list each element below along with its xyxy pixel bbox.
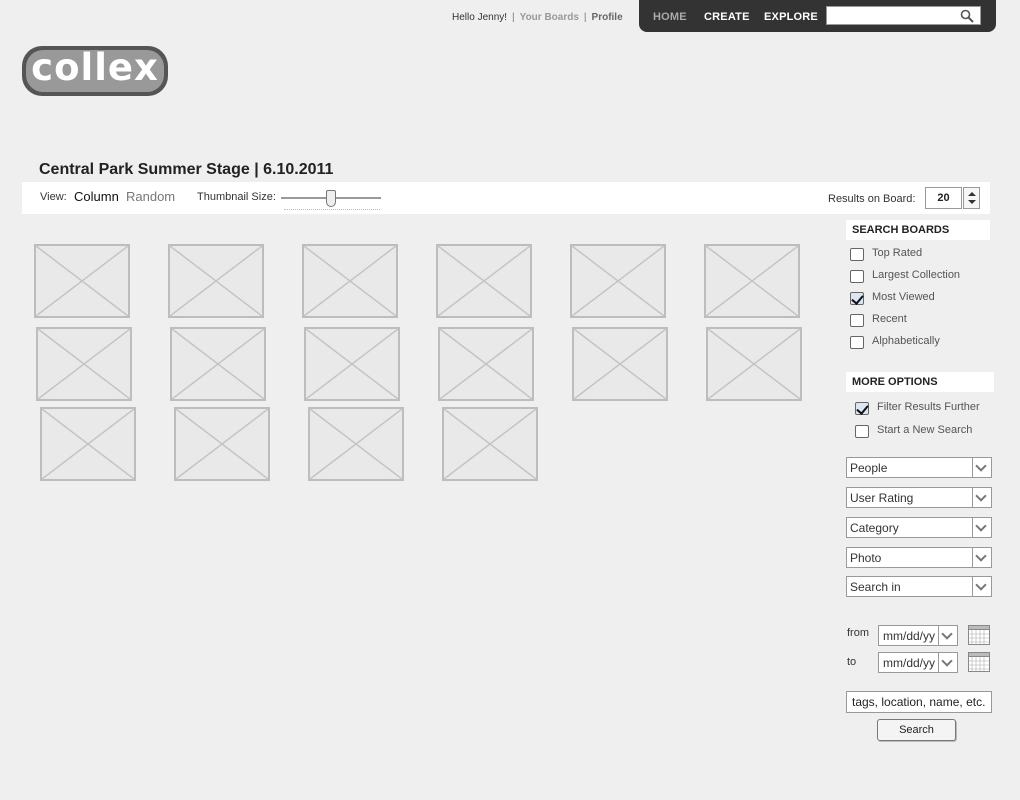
image-placeholder-icon[interactable] [436, 244, 532, 318]
checkbox-label: Largest Collection [872, 269, 961, 281]
checkbox-label: Most Viewed [872, 291, 935, 303]
checkbox-label: Top Rated [872, 247, 923, 259]
image-placeholder-icon[interactable] [302, 244, 398, 318]
view-toolbar: View: Column Random Thumbnail Size: Resu… [22, 182, 990, 214]
view-random-option[interactable]: Random [126, 189, 175, 204]
view-label: View: [40, 191, 67, 203]
image-placeholder-icon[interactable] [308, 407, 404, 481]
dropdown-value: User Rating [850, 491, 914, 505]
nav-search-box [826, 6, 981, 26]
dropdown-button[interactable] [972, 458, 991, 477]
profile-link[interactable]: Profile [592, 12, 623, 23]
checkbox-label: Start a New Search [877, 424, 973, 436]
chevron-down-icon [975, 490, 987, 502]
results-on-board-label: Results on Board: [828, 193, 916, 205]
stepper-buttons [963, 187, 980, 209]
to-date-value: mm/dd/yy [883, 656, 936, 670]
decrement-icon[interactable] [968, 200, 976, 204]
image-placeholder-icon[interactable] [304, 327, 400, 401]
chevron-down-icon [941, 628, 953, 640]
separator: | [583, 12, 587, 23]
to-label: to [847, 656, 857, 668]
checkbox[interactable] [850, 314, 864, 327]
main-nav: HOME CREATE EXPLORE [639, 0, 996, 32]
results-stepper: 20 [925, 187, 981, 209]
image-placeholder-icon[interactable] [704, 244, 800, 318]
search-button[interactable]: Search [877, 719, 956, 741]
logo-text: collex [31, 46, 159, 89]
thumbnail-grid [30, 240, 820, 490]
image-placeholder-icon[interactable] [168, 244, 264, 318]
board-title: Central Park Summer Stage | 6.10.2011 [39, 161, 334, 178]
checkbox[interactable] [855, 425, 869, 438]
search-icon[interactable] [960, 9, 974, 23]
checkbox-label: Alphabetically [872, 335, 940, 347]
filter-dropdown[interactable]: User Rating [846, 487, 992, 508]
separator: | [512, 12, 515, 23]
slider-ticks [284, 209, 380, 211]
to-date-field[interactable]: mm/dd/yy [878, 652, 958, 673]
dropdown-button[interactable] [972, 518, 991, 537]
thumbnail-size-slider-handle[interactable] [326, 190, 336, 207]
chevron-down-icon [941, 655, 953, 667]
chevron-down-icon [975, 579, 987, 591]
view-column-option[interactable]: Column [74, 189, 119, 204]
user-links: Hello Jenny! | Your Boards | Profile [452, 12, 623, 23]
dropdown-value: Search in [850, 580, 901, 594]
dropdown-button[interactable] [972, 577, 991, 596]
dropdown-button[interactable] [972, 488, 991, 507]
chevron-down-icon [975, 460, 987, 472]
from-date-value: mm/dd/yy [883, 629, 936, 643]
image-placeholder-icon[interactable] [572, 327, 668, 401]
chevron-down-icon [975, 520, 987, 532]
dropdown-value: People [850, 461, 888, 475]
image-placeholder-icon[interactable] [438, 327, 534, 401]
filter-dropdown[interactable]: Search in [846, 576, 992, 597]
search-boards-heading: SEARCH BOARDS [846, 220, 990, 240]
from-date-field[interactable]: mm/dd/yy [878, 625, 958, 646]
image-placeholder-icon[interactable] [34, 244, 130, 318]
image-placeholder-icon[interactable] [40, 407, 136, 481]
checkbox[interactable] [850, 270, 864, 283]
collex-logo[interactable]: collex [22, 46, 168, 96]
image-placeholder-icon[interactable] [706, 327, 802, 401]
nav-create[interactable]: CREATE [704, 11, 750, 23]
checkbox-checked[interactable] [850, 292, 864, 305]
nav-explore[interactable]: EXPLORE [764, 11, 818, 23]
calendar-icon[interactable] [968, 652, 990, 672]
checkbox-label: Filter Results Further [877, 401, 980, 413]
image-placeholder-icon[interactable] [442, 407, 538, 481]
results-value[interactable]: 20 [925, 187, 962, 209]
dropdown-value: Category [850, 521, 899, 535]
image-placeholder-icon[interactable] [36, 327, 132, 401]
filter-dropdown[interactable]: People [846, 457, 992, 478]
thumbnail-size-label: Thumbnail Size: [197, 191, 276, 203]
checkbox[interactable] [850, 336, 864, 349]
your-boards-link[interactable]: Your Boards [520, 12, 579, 23]
chevron-down-icon [975, 550, 987, 562]
image-placeholder-icon[interactable] [174, 407, 270, 481]
nav-home[interactable]: HOME [653, 11, 687, 23]
filter-dropdown[interactable]: Photo [846, 547, 992, 568]
increment-icon[interactable] [968, 192, 976, 196]
calendar-icon[interactable] [968, 625, 990, 645]
greeting-text: Hello Jenny! [452, 12, 508, 23]
image-placeholder-icon[interactable] [170, 327, 266, 401]
filter-dropdown[interactable]: Category [846, 517, 992, 538]
more-options-heading: MORE OPTIONS [846, 372, 994, 392]
dropdown-value: Photo [850, 551, 882, 565]
search-input[interactable] [827, 8, 952, 26]
from-date-dropdown[interactable] [938, 626, 957, 645]
checkbox-label: Recent [872, 313, 907, 325]
from-label: from [847, 627, 869, 639]
to-date-dropdown[interactable] [938, 653, 957, 672]
checkbox[interactable] [850, 248, 864, 261]
image-placeholder-icon[interactable] [570, 244, 666, 318]
tags-search-input[interactable] [846, 691, 992, 713]
checkbox-checked[interactable] [855, 402, 869, 415]
dropdown-button[interactable] [972, 548, 991, 567]
